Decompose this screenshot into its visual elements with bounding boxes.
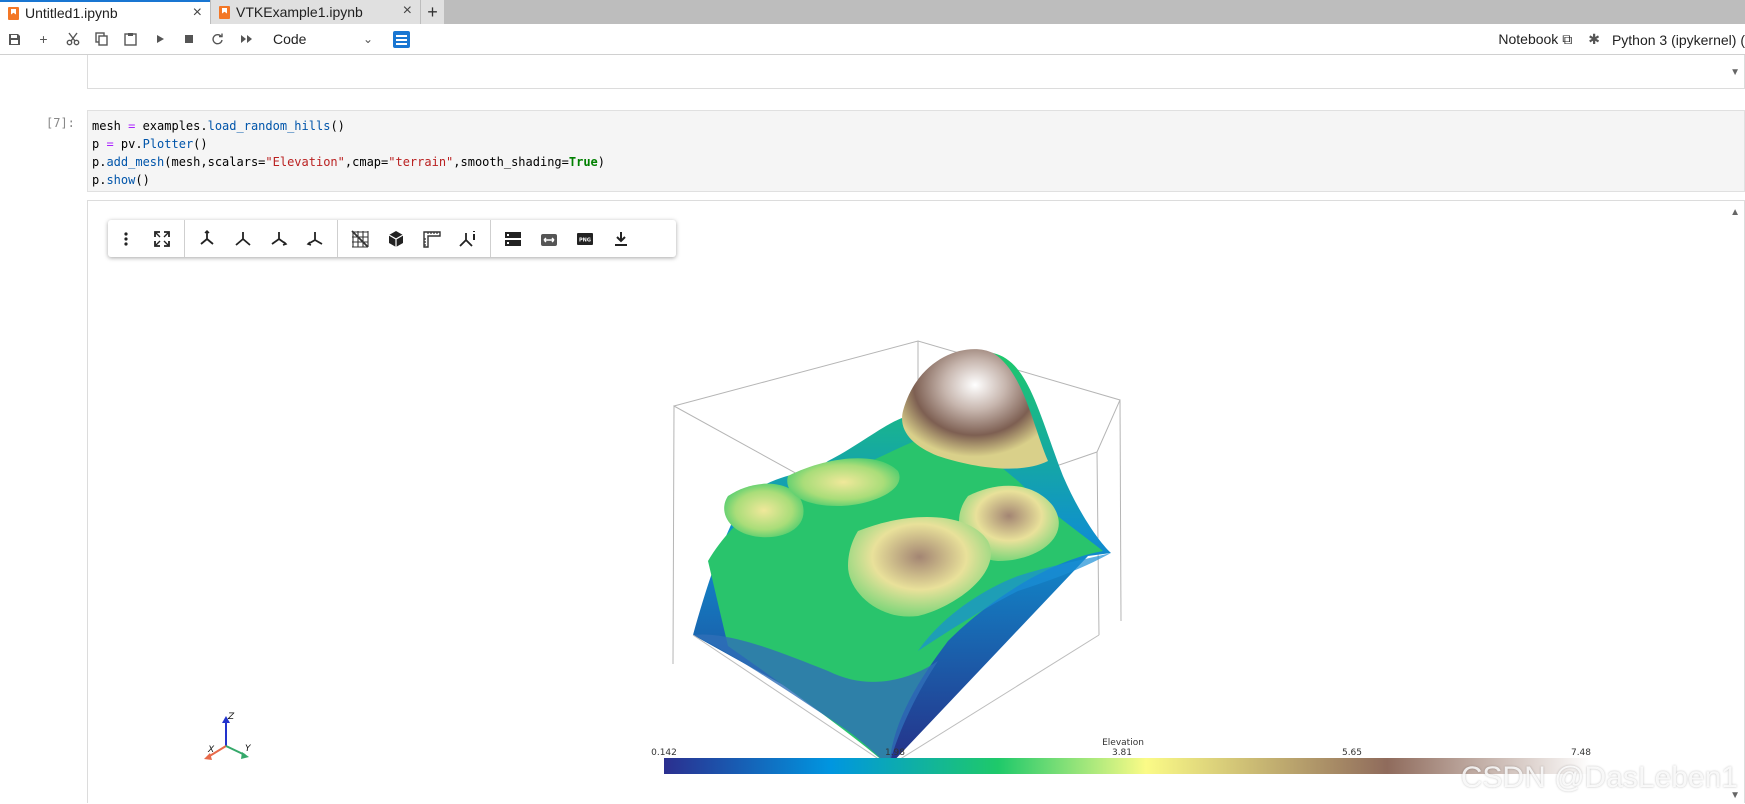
kernel-area: Notebook ⧉ ✱ Python 3 (ipykernel) ( xyxy=(1498,24,1745,55)
notebook-icon xyxy=(219,5,230,19)
insert-cell-button[interactable]: + xyxy=(29,27,58,51)
new-tab-button[interactable]: + xyxy=(420,0,444,24)
scroll-down-icon[interactable]: ▼ xyxy=(1730,67,1740,78)
copy-icon xyxy=(95,32,108,46)
scroll-up-icon[interactable]: ▲ xyxy=(1730,207,1740,218)
server-rendering-button[interactable] xyxy=(495,220,531,257)
viewer-toolbar: PNG xyxy=(108,220,676,257)
fullscreen-icon xyxy=(154,230,170,247)
fullscreen-button[interactable] xyxy=(144,220,180,257)
axis-label-y: Y xyxy=(245,744,252,754)
ruler-button[interactable] xyxy=(414,220,450,257)
svg-text:PNG: PNG xyxy=(579,237,591,243)
ruler-icon xyxy=(423,230,441,248)
terrain-mesh xyxy=(693,349,1111,766)
png-export-icon: PNG xyxy=(577,232,593,245)
cut-button[interactable] xyxy=(58,27,87,51)
clipboard-icon xyxy=(124,33,137,46)
plus-icon: + xyxy=(39,31,48,47)
view-z-button[interactable] xyxy=(261,220,297,257)
execution-count: [7]: xyxy=(46,116,75,130)
cell-type-value: Code xyxy=(273,31,307,47)
run-all-button[interactable] xyxy=(232,27,261,51)
vtk-render-view[interactable]: Z X Y Elevation 0.142 1.98 3.81 5.65 7.4… xyxy=(88,261,1745,804)
server-icon xyxy=(505,231,521,246)
bounds-box-button[interactable] xyxy=(378,220,414,257)
notebook-toolbar: + Code ⌄ Notebook ⧉ ✱ Python 3 (ipykerne… xyxy=(0,24,1745,55)
view-z-icon xyxy=(271,231,288,246)
open-notebook-link[interactable]: Notebook ⧉ xyxy=(1498,31,1572,48)
tab-label: Untitled1.ipynb xyxy=(25,5,118,21)
code-line: p = pv.Plotter() xyxy=(92,137,208,151)
code-line: p.add_mesh(mesh,scalars="Elevation",cmap… xyxy=(92,155,606,169)
code-editor[interactable]: mesh = examples.load_random_hills()p = p… xyxy=(87,110,1745,192)
previous-cell-output: ▼ xyxy=(87,55,1745,89)
kernel-name[interactable]: Python 3 (ipykernel) ( xyxy=(1612,32,1745,48)
external-link-icon: ⧉ xyxy=(1562,31,1573,47)
scissors-icon xyxy=(66,32,79,46)
close-icon[interactable]: × xyxy=(403,2,412,20)
grid-toggle-icon xyxy=(351,229,369,248)
tab-untitled1[interactable]: Untitled1.ipynb × xyxy=(0,0,210,24)
axis-label-x: X xyxy=(207,745,215,755)
code-line: mesh = examples.load_random_hills() xyxy=(92,119,345,133)
tab-bar: Untitled1.ipynb × VTKExample1.ipynb × + xyxy=(0,0,1745,24)
stop-icon xyxy=(184,35,193,43)
colorbar-tick: 0.142 xyxy=(651,748,677,758)
axes-info-icon xyxy=(459,230,475,247)
play-icon xyxy=(156,35,164,43)
colorbar-tick: 7.48 xyxy=(1571,748,1591,758)
chevron-down-icon: ⌄ xyxy=(362,32,373,46)
colorbar-tick: 5.65 xyxy=(1342,748,1362,758)
notebook-icon xyxy=(8,6,19,20)
fit-width-icon xyxy=(541,233,557,246)
download-button[interactable] xyxy=(603,220,639,257)
axes-info-button[interactable] xyxy=(450,220,486,257)
paste-button[interactable] xyxy=(116,27,145,51)
view-y-button[interactable] xyxy=(225,220,261,257)
debugger-icon[interactable]: ✱ xyxy=(1588,31,1600,48)
menu-icon xyxy=(124,231,128,246)
menu-button[interactable] xyxy=(108,220,144,257)
colorbar-tick: 3.81 xyxy=(1112,748,1132,758)
cell-type-select[interactable]: Code ⌄ xyxy=(273,31,373,47)
view-y-icon xyxy=(235,231,251,246)
watermark: CSDN @DasLeben1 xyxy=(1460,761,1738,794)
view-x-icon xyxy=(200,229,214,245)
orientation-axes: Z X Y xyxy=(204,712,252,760)
view-x-button[interactable] xyxy=(189,220,225,257)
copy-button[interactable] xyxy=(87,27,116,51)
save-icon xyxy=(9,33,20,45)
restart-icon xyxy=(212,33,223,44)
cell-output: ▲ ▼ PNG Z X Y Elevation 0.142 1.98 3.81 … xyxy=(87,200,1745,803)
colorbar-tick: 1.98 xyxy=(885,748,905,758)
axis-label-z: Z xyxy=(227,712,235,722)
fit-width-button[interactable] xyxy=(531,220,567,257)
tab-vtkexample1[interactable]: VTKExample1.ipynb × xyxy=(210,0,420,24)
fast-forward-icon xyxy=(241,35,252,43)
toolbar-divider xyxy=(490,220,491,257)
bounds-box-icon xyxy=(388,230,404,247)
png-export-button[interactable]: PNG xyxy=(567,220,603,257)
toolbar-divider xyxy=(337,220,338,257)
scalar-colorbar: Elevation 0.142 1.98 3.81 5.65 7.48 xyxy=(651,738,1591,774)
save-button[interactable] xyxy=(0,27,29,51)
download-icon xyxy=(615,231,627,246)
view-iso-icon xyxy=(306,231,323,246)
colorbar-title: Elevation xyxy=(1102,738,1144,748)
tab-label: VTKExample1.ipynb xyxy=(236,4,363,20)
code-line: p.show() xyxy=(92,173,150,187)
close-icon[interactable]: × xyxy=(193,4,202,22)
property-inspector-toggle[interactable] xyxy=(393,30,410,48)
toolbar-divider xyxy=(184,220,185,257)
stop-button[interactable] xyxy=(174,27,203,51)
restart-button[interactable] xyxy=(203,27,232,51)
view-iso-button[interactable] xyxy=(297,220,333,257)
run-button[interactable] xyxy=(145,27,174,51)
grid-toggle-button[interactable] xyxy=(342,220,378,257)
colorbar-gradient xyxy=(664,758,1591,774)
